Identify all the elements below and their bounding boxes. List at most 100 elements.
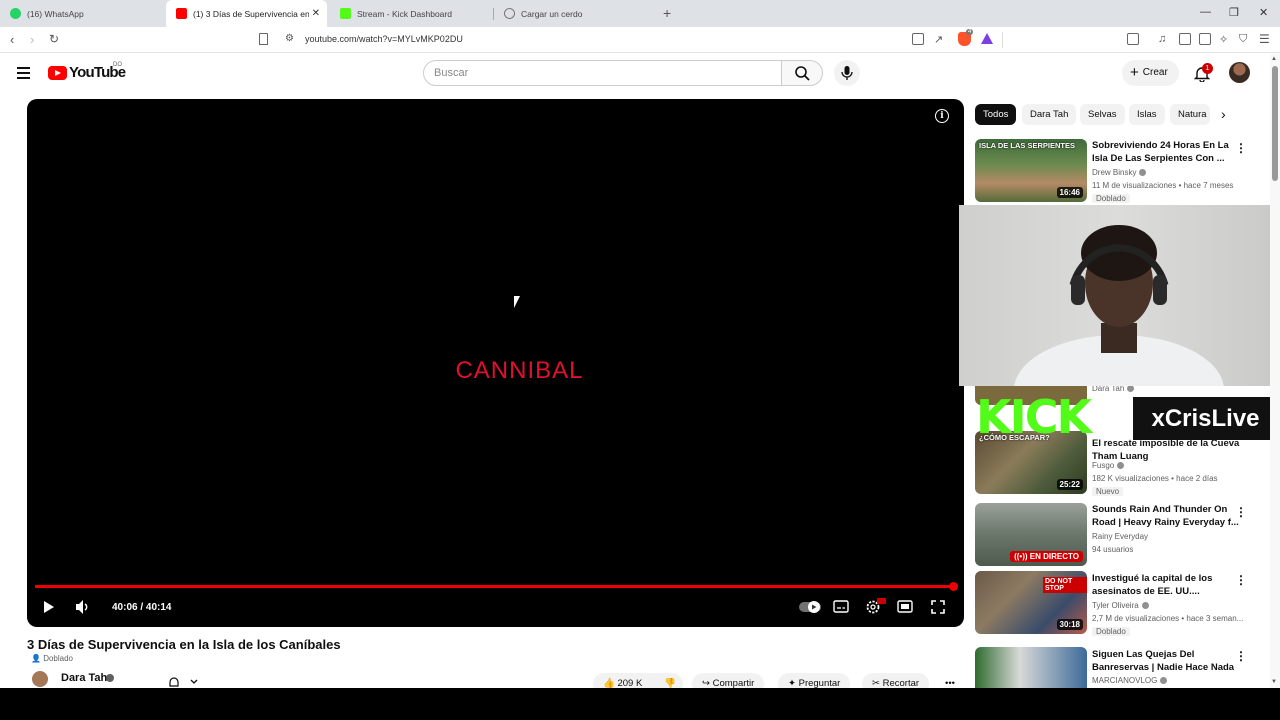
tab-cargar[interactable]: Cargar un cerdo <box>494 0 656 27</box>
leo-ai-icon[interactable]: ✧ <box>1219 33 1228 46</box>
url-field[interactable]: youtube.com/watch?v=MYLvMKP02DU <box>305 34 463 44</box>
brave-rewards-icon[interactable] <box>981 33 993 44</box>
streamer-name: xCrisLive <box>1133 397 1278 440</box>
progress-scrubber[interactable] <box>949 582 958 591</box>
back-icon[interactable]: ‹ <box>10 32 14 47</box>
channel-name[interactable]: Rainy Everyday <box>1092 532 1148 541</box>
site-settings-icon[interactable]: ⚙ <box>285 33 294 44</box>
channel-name[interactable]: Tyler Oliveira <box>1092 601 1149 610</box>
video-duration: 30:18 <box>1056 619 1083 630</box>
thumbnail-text: DO NOT STOP <box>1043 577 1087 593</box>
cast-icon[interactable] <box>912 33 924 45</box>
media-icon[interactable]: ♫ <box>1158 33 1166 45</box>
reading-list-icon[interactable] <box>1127 33 1139 45</box>
settings-icon[interactable] <box>865 598 887 616</box>
channel-name[interactable]: MARCIANOVLOG <box>1092 676 1168 685</box>
menu-icon[interactable]: ☰ <box>1259 32 1270 46</box>
time-display: 40:06 / 40:14 <box>112 602 172 613</box>
chip-selvas[interactable]: Selvas <box>1080 104 1125 125</box>
chip-islas[interactable]: Islas <box>1129 104 1165 125</box>
more-vert-icon[interactable]: ⋮ <box>1235 141 1247 155</box>
video-thumbnail[interactable] <box>975 647 1087 688</box>
wallet-icon[interactable] <box>1199 33 1211 45</box>
dislike-button[interactable]: 👎 <box>658 673 684 688</box>
youtube-logo-icon[interactable] <box>48 66 67 80</box>
video-title[interactable]: Sounds Rain And Thunder On Road | Heavy … <box>1092 503 1242 529</box>
thumbnail-text: ISLA DE LAS SERPIENTES <box>979 141 1075 150</box>
fullscreen-icon[interactable] <box>930 599 946 615</box>
verified-icon <box>1160 677 1168 684</box>
tab-whatsapp[interactable]: (16) WhatsApp <box>0 0 165 27</box>
chip-todos[interactable]: Todos <box>975 104 1017 125</box>
voice-search-button[interactable] <box>834 60 860 86</box>
info-icon[interactable]: i <box>935 109 949 123</box>
channel-label: Tyler Oliveira <box>1092 601 1139 610</box>
new-tab-button[interactable]: + <box>663 5 671 21</box>
verified-icon <box>1127 385 1135 392</box>
video-title[interactable]: Investigué la capital de los asesinatos … <box>1092 572 1242 598</box>
tab-kick[interactable]: Stream - Kick Dashboard <box>330 0 492 27</box>
video-thumbnail[interactable]: ((•)) EN DIRECTO <box>975 503 1087 566</box>
theater-mode-icon[interactable] <box>897 600 913 614</box>
like-count: 209 K <box>617 678 643 688</box>
subscribed-bell-icon[interactable] <box>168 676 200 688</box>
reload-icon[interactable]: ↻ <box>49 32 59 46</box>
tab-youtube[interactable]: (1) 3 Días de Supervivencia en la ✕ <box>166 0 327 27</box>
scroll-down-icon[interactable]: ▼ <box>1271 679 1277 685</box>
clip-button[interactable]: ✂ Recortar <box>862 673 930 688</box>
guide-menu-icon[interactable] <box>17 67 30 82</box>
channel-name[interactable]: Dara Tah <box>61 672 107 684</box>
video-meta: 94 usuarios <box>1092 545 1134 554</box>
mouse-cursor <box>514 296 520 308</box>
video-title[interactable]: El rescate imposible de la Cueva Tham Lu… <box>1092 437 1242 463</box>
channel-avatar[interactable] <box>32 671 48 687</box>
search-input[interactable]: Buscar <box>423 60 782 86</box>
forward-icon[interactable]: › <box>30 32 34 47</box>
play-icon[interactable] <box>42 598 56 616</box>
recommendation-item[interactable]: Siguen Las Quejas Del Banreservas | Nadi… <box>975 647 1265 688</box>
video-title[interactable]: Siguen Las Quejas Del Banreservas | Nadi… <box>1092 648 1242 674</box>
subtitles-icon[interactable] <box>833 600 849 614</box>
brave-shields-count: 4 <box>966 29 974 35</box>
live-label: EN DIRECTO <box>1029 552 1079 561</box>
scroll-up-icon[interactable]: ▲ <box>1271 56 1277 62</box>
close-window-icon[interactable]: ✕ <box>1259 6 1268 19</box>
close-tab-icon[interactable]: ✕ <box>312 8 320 19</box>
video-meta: 2,7 M de visualizaciones • hace 3 seman.… <box>1092 614 1244 623</box>
recommendation-item[interactable]: ISLA DE LAS SERPIENTES 16:46 Sobrevivien… <box>975 139 1265 203</box>
chip-naturaleza[interactable]: Natura <box>1170 104 1210 125</box>
sidebar-icon[interactable] <box>1179 33 1191 45</box>
minimize-icon[interactable]: — <box>1200 6 1211 18</box>
share-icon[interactable]: ↗ <box>934 33 943 46</box>
search-button[interactable] <box>781 60 823 86</box>
chevron-right-icon[interactable]: › <box>1221 106 1226 122</box>
video-duration: 16:46 <box>1056 187 1083 198</box>
video-thumbnail[interactable]: ISLA DE LAS SERPIENTES 16:46 <box>975 139 1087 202</box>
recommendation-item[interactable]: ((•)) EN DIRECTO Sounds Rain And Thunder… <box>975 503 1265 567</box>
vpn-icon[interactable]: ⛉ <box>1239 33 1247 46</box>
video-title[interactable]: Sobreviviendo 24 Horas En La Isla De Las… <box>1092 139 1242 165</box>
progress-bar[interactable] <box>35 585 953 588</box>
create-button[interactable]: + Crear <box>1122 60 1179 86</box>
chip-dara-tah[interactable]: Dara Tah <box>1022 104 1077 125</box>
autoplay-toggle-icon[interactable] <box>799 601 821 613</box>
bookmark-icon[interactable] <box>259 33 268 45</box>
more-vert-icon[interactable]: ⋮ <box>1235 505 1247 519</box>
account-avatar[interactable] <box>1229 62 1250 83</box>
scrollbar-thumb[interactable] <box>1272 66 1278 181</box>
volume-icon[interactable] <box>75 598 91 616</box>
video-thumbnail[interactable]: DO NOT STOP 30:18 <box>975 571 1087 634</box>
globe-icon <box>504 8 515 19</box>
kick-icon <box>340 8 351 19</box>
share-button[interactable]: ↪ Compartir <box>692 673 765 688</box>
video-meta: 11 M de visualizaciones • hace 7 meses <box>1092 181 1234 190</box>
channel-name[interactable]: Fusgo <box>1092 461 1125 470</box>
ask-button[interactable]: ✦ Preguntar <box>778 673 851 688</box>
more-vert-icon[interactable]: ⋮ <box>1235 649 1247 663</box>
more-vert-icon[interactable]: ⋮ <box>1235 573 1247 587</box>
restore-icon[interactable]: ❐ <box>1229 6 1239 19</box>
recommendation-item[interactable]: DO NOT STOP 30:18 Investigué la capital … <box>975 571 1265 636</box>
video-player[interactable]: CANNIBAL i 40:06 / 40:14 <box>27 99 964 627</box>
more-actions-button[interactable]: ••• <box>940 673 964 688</box>
channel-name[interactable]: Drew Binsky <box>1092 168 1147 177</box>
